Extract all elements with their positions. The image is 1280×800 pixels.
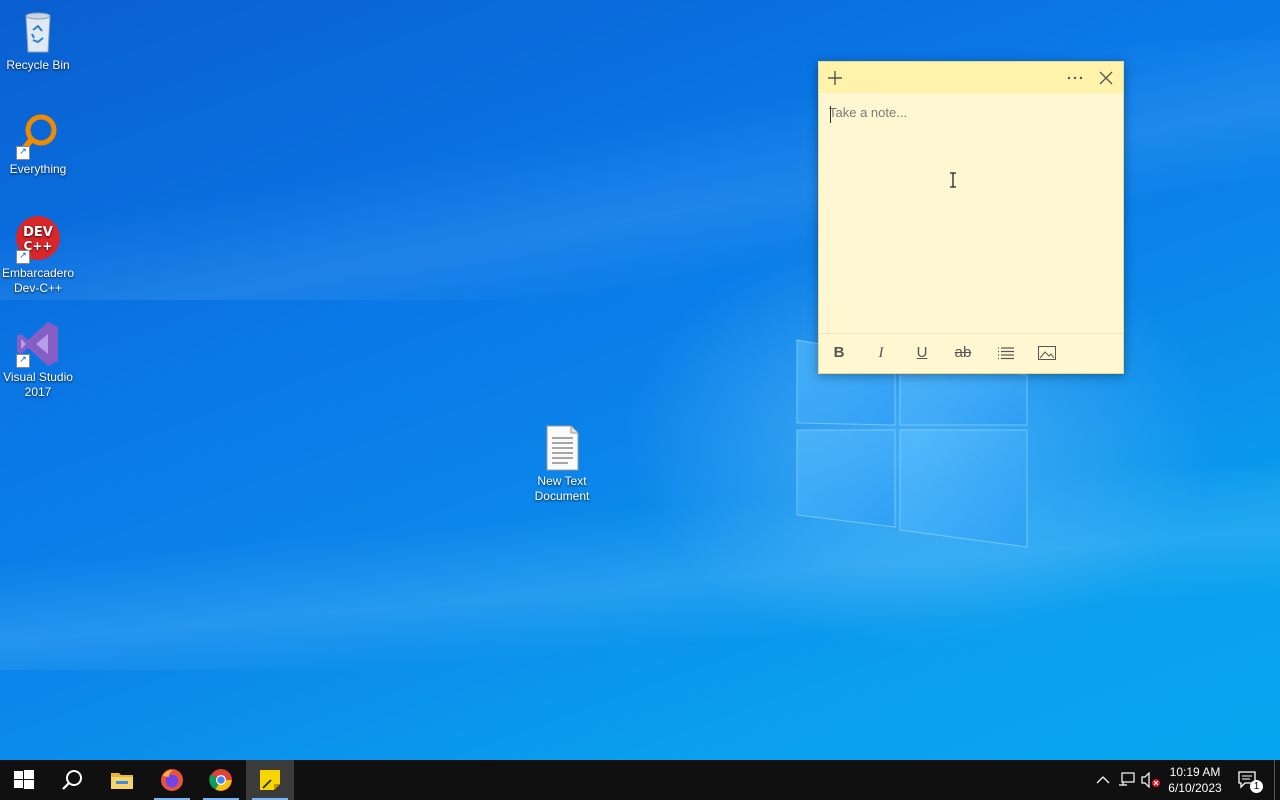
everything-icon: ↗: [14, 112, 62, 160]
svg-text:DEV: DEV: [23, 225, 53, 240]
italic-icon: I: [878, 345, 884, 361]
desktop-icon-label: Visual Studio 2017: [3, 370, 73, 399]
note-text-input[interactable]: [829, 105, 1109, 305]
underline-icon: U: [916, 344, 928, 361]
shortcut-arrow-icon: ↗: [16, 250, 30, 264]
visual-studio-icon: ↗: [14, 320, 62, 368]
taskbar-chrome[interactable]: [197, 760, 245, 800]
strikethrough-button[interactable]: ab: [950, 342, 976, 364]
add-icon: [828, 71, 842, 85]
strikethrough-icon: ab: [954, 344, 972, 361]
start-icon: [14, 770, 34, 789]
close-icon: [1099, 71, 1113, 85]
chevron-up-icon: [1096, 776, 1110, 784]
desktop-icon-recycle-bin[interactable]: Recycle Bin: [0, 8, 76, 73]
file-explorer-icon: [111, 773, 133, 789]
image-icon: [1038, 346, 1056, 360]
formatting-toolbar: B I U ab: [819, 333, 1123, 373]
action-center-button[interactable]: 1: [1232, 760, 1266, 800]
search-icon: [62, 770, 82, 790]
clock-date: 6/10/2023: [1168, 781, 1222, 795]
note-body: [819, 93, 1123, 333]
sticky-note-window[interactable]: B I U ab: [818, 61, 1124, 374]
desktop-icon-label: Recycle Bin: [6, 58, 70, 72]
desktop-icon-devcpp[interactable]: DEV C++ ↗ Embarcadero Dev-C++: [0, 216, 76, 296]
network-button[interactable]: [1116, 760, 1138, 800]
bold-icon: B: [833, 344, 845, 361]
taskbar: 10:19 AM 6/10/2023 1: [0, 760, 1280, 800]
desktop-icon-everything[interactable]: ↗ Everything: [0, 112, 76, 177]
recycle-bin-icon: [14, 8, 62, 56]
chrome-icon: [209, 769, 232, 791]
desktop-icon-label: New Text Document: [534, 474, 590, 503]
show-desktop-divider: [1274, 760, 1275, 800]
shortcut-arrow-icon: ↗: [16, 146, 30, 160]
sticky-note-titlebar[interactable]: [819, 62, 1123, 93]
desktop-icon-label: Everything: [9, 162, 67, 176]
text-file-icon: [538, 424, 586, 472]
volume-muted-icon: [1141, 772, 1160, 788]
taskbar-sticky-notes[interactable]: [246, 760, 294, 800]
desktop-icon-label: Embarcadero Dev-C++: [1, 266, 75, 295]
taskbar-file-explorer[interactable]: [98, 760, 146, 800]
sticky-notes-icon: [260, 770, 280, 790]
text-caret: [830, 106, 831, 123]
network-icon: [1119, 772, 1135, 786]
desktop-icon-visual-studio[interactable]: ↗ Visual Studio 2017: [0, 320, 76, 400]
clock[interactable]: 10:19 AM 6/10/2023: [1162, 764, 1228, 796]
add-image-button[interactable]: [1034, 342, 1060, 364]
firefox-icon: [161, 769, 183, 791]
start-button[interactable]: [0, 760, 48, 800]
bullets-icon: [998, 347, 1014, 360]
text-cursor-icon: [950, 172, 956, 188]
bullets-button[interactable]: [993, 342, 1019, 364]
underline-button[interactable]: U: [909, 342, 935, 364]
notification-count-badge: 1: [1250, 780, 1263, 793]
wallpaper-ray: [0, 470, 1280, 670]
bold-button[interactable]: B: [826, 342, 852, 364]
taskbar-firefox[interactable]: [148, 760, 196, 800]
italic-button[interactable]: I: [868, 342, 894, 364]
close-button[interactable]: [1092, 66, 1120, 90]
search-button[interactable]: [48, 760, 96, 800]
devcpp-icon: DEV C++ ↗: [14, 216, 62, 264]
menu-button[interactable]: [1061, 66, 1089, 90]
shortcut-arrow-icon: ↗: [16, 354, 30, 368]
more-icon: [1067, 76, 1083, 80]
clock-time: 10:19 AM: [1169, 765, 1221, 779]
volume-button[interactable]: [1140, 760, 1160, 800]
show-hidden-icons-button[interactable]: [1094, 760, 1112, 800]
new-note-button[interactable]: [821, 66, 849, 90]
desktop-icon-new-text-document[interactable]: New Text Document: [524, 424, 600, 504]
